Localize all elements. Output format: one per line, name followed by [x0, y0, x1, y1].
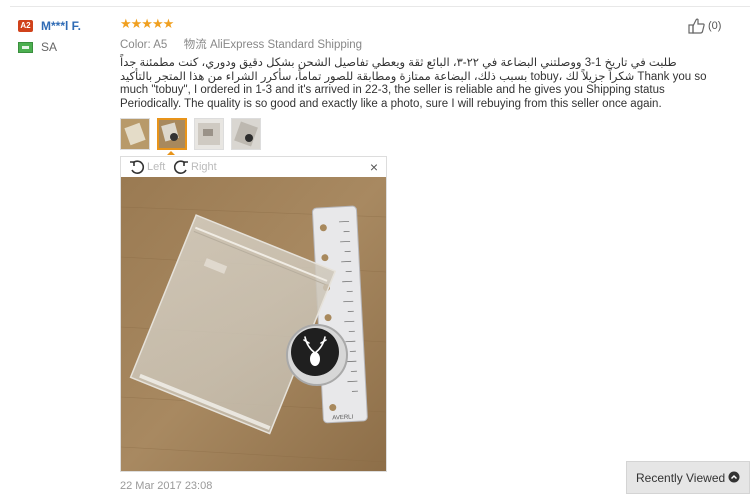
active-thumbnail-caret	[167, 151, 175, 155]
rotate-left-label: Left	[147, 161, 166, 173]
rotate-right-label: Right	[191, 161, 217, 173]
top-divider	[10, 6, 750, 7]
color-value: A5	[153, 39, 168, 51]
thumbs-up-icon	[688, 18, 705, 34]
review-photo: AVERLI	[121, 177, 386, 471]
rotate-left-icon	[130, 160, 145, 174]
star-rating: ★★★★★	[120, 16, 174, 31]
rotate-right-button[interactable]: Right	[173, 159, 217, 175]
review-date: 22 Mar 2017 23:08	[120, 480, 213, 492]
rotate-left-button[interactable]: Left	[129, 159, 165, 175]
rotate-right-icon	[173, 160, 188, 174]
shipping-value: AliExpress Standard Shipping	[209, 39, 363, 51]
thumbnail-4[interactable]	[231, 118, 261, 150]
chevron-up-icon	[728, 471, 740, 483]
thumbnail-3[interactable]	[194, 118, 224, 150]
country-flag-icon	[18, 41, 33, 53]
buyer-country: SA	[41, 40, 58, 54]
viewer-toolbar: Left Right ×	[121, 157, 386, 177]
color-label: Color:	[120, 39, 151, 51]
review-text: طلبت في تاريخ 1-3 ووصلتني البضاعة في ٢٢-…	[120, 57, 707, 110]
buyer-info: A2 M***l F. SA	[18, 18, 118, 55]
ruler-brand-text: AVERLI	[332, 414, 354, 421]
recently-viewed-bar[interactable]: Recently Viewed	[626, 461, 750, 494]
shipping-label: 物流	[183, 39, 207, 51]
review-content: ★★★★★ Color: A5 物流 AliExpress Standard S…	[120, 17, 710, 111]
helpful-button[interactable]: (0)	[688, 18, 721, 34]
recently-viewed-label: Recently Viewed	[636, 470, 726, 485]
review-meta: Color: A5 物流 AliExpress Standard Shippin…	[120, 36, 710, 52]
review-thumbnails	[120, 118, 268, 150]
buyer-name[interactable]: M***l F.	[41, 19, 81, 33]
thumbnail-2[interactable]	[157, 118, 187, 150]
thumbnail-1[interactable]	[120, 118, 150, 150]
image-viewer: Left Right × AVERLI	[120, 156, 387, 472]
buyer-level-badge: A2	[18, 20, 33, 32]
close-viewer-button[interactable]: ×	[370, 160, 378, 174]
helpful-count: (0)	[708, 20, 722, 32]
